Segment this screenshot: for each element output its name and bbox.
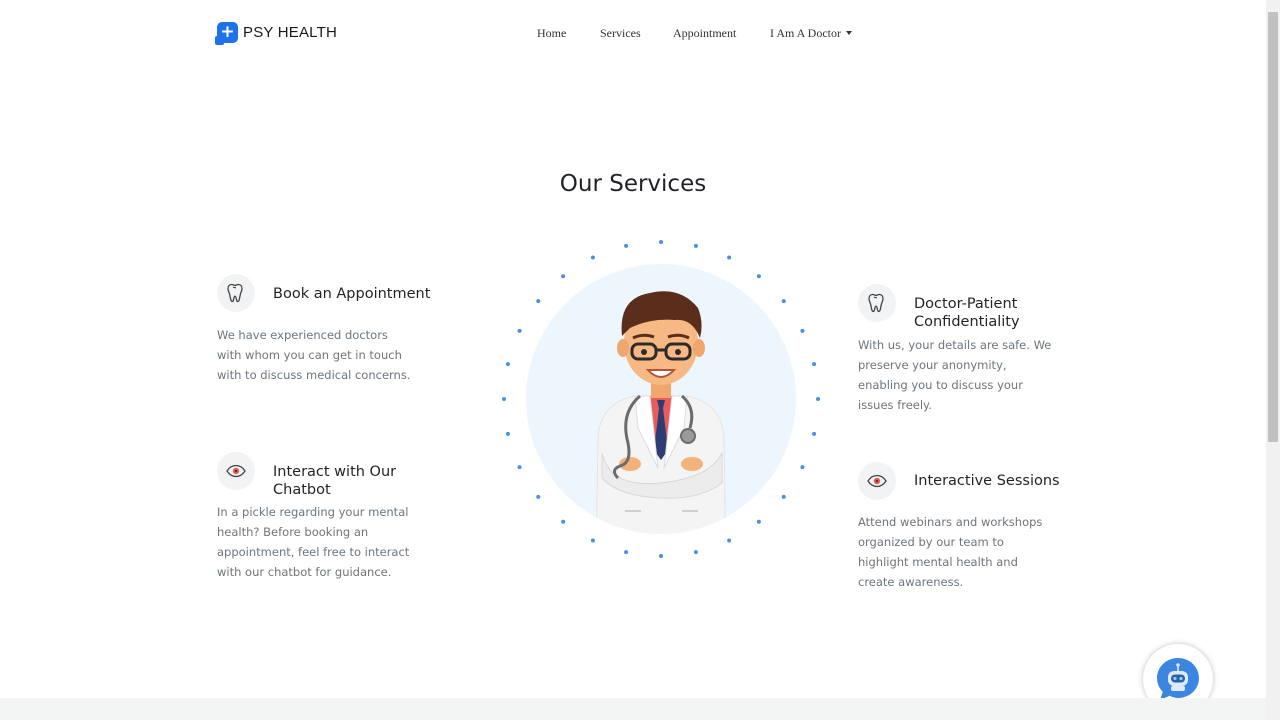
decorative-dot	[624, 550, 629, 555]
decorative-dot	[561, 519, 566, 524]
section-title: Our Services	[559, 171, 707, 197]
decorative-dot	[505, 431, 510, 436]
decorative-dot	[590, 538, 595, 543]
service-description: In a pickle regarding your mental health…	[217, 505, 410, 579]
service-title: Interactive Sessions	[914, 473, 1060, 489]
decorative-dot	[727, 255, 732, 260]
nav-appointment[interactable]: Appointment	[673, 26, 736, 41]
decorative-dot	[517, 465, 522, 470]
decorative-dot	[727, 538, 732, 543]
scrollbar[interactable]	[1266, 0, 1280, 720]
decorative-dot	[781, 494, 786, 499]
service-title: Doctor-Patient Confidentiality	[914, 296, 1020, 330]
decorative-dot	[659, 554, 663, 558]
decorative-dot	[693, 550, 698, 555]
nav-doctor-label: I Am A Doctor	[770, 26, 841, 40]
decorative-dot	[693, 243, 698, 248]
decorative-dot	[812, 362, 817, 367]
robot-chat-icon	[1157, 658, 1199, 700]
service-description: Attend webinars and workshops organized …	[858, 515, 1043, 589]
scrollbar-thumb[interactable]	[1268, 12, 1278, 442]
decorative-dot	[756, 274, 761, 279]
tooth-icon	[217, 274, 255, 312]
doctor-illustration-svg	[502, 240, 820, 558]
decorative-dot	[816, 397, 820, 401]
decorative-dot	[505, 362, 510, 367]
nav-doctor-dropdown[interactable]: I Am A Doctor	[770, 26, 852, 41]
decorative-dot	[624, 243, 629, 248]
decorative-dot	[536, 299, 541, 304]
doctor-illustration	[500, 238, 822, 560]
service-description: With us, your details are safe. We prese…	[858, 338, 1052, 412]
decorative-dot	[800, 328, 805, 333]
service-description: We have experienced doctors with whom yo…	[217, 328, 411, 382]
service-title: Book an Appointment	[273, 286, 431, 302]
eye-icon	[858, 462, 896, 500]
nav-menu: Home Services Appointment I Am A Doctor	[0, 26, 1266, 42]
decorative-dot	[781, 299, 786, 304]
nav-home[interactable]: Home	[537, 26, 566, 41]
decorative-dot	[659, 240, 663, 244]
decorative-dot	[536, 494, 541, 499]
navbar: + PSY HEALTH Home Services Appointment I…	[0, 0, 1266, 66]
service-title: Interact with Our Chatbot	[273, 464, 397, 498]
nav-services[interactable]: Services	[600, 26, 641, 41]
decorative-dot	[800, 465, 805, 470]
decorative-dot	[502, 397, 506, 401]
decorative-dot	[590, 255, 595, 260]
footer-band	[0, 698, 1266, 720]
decorative-dot	[517, 328, 522, 333]
decorative-dot	[812, 431, 817, 436]
decorative-dot	[561, 274, 566, 279]
caret-down-icon	[846, 31, 852, 35]
decorative-dot	[756, 519, 761, 524]
tooth-icon	[858, 284, 896, 322]
eye-icon	[217, 452, 255, 490]
page: + PSY HEALTH Home Services Appointment I…	[0, 0, 1266, 720]
